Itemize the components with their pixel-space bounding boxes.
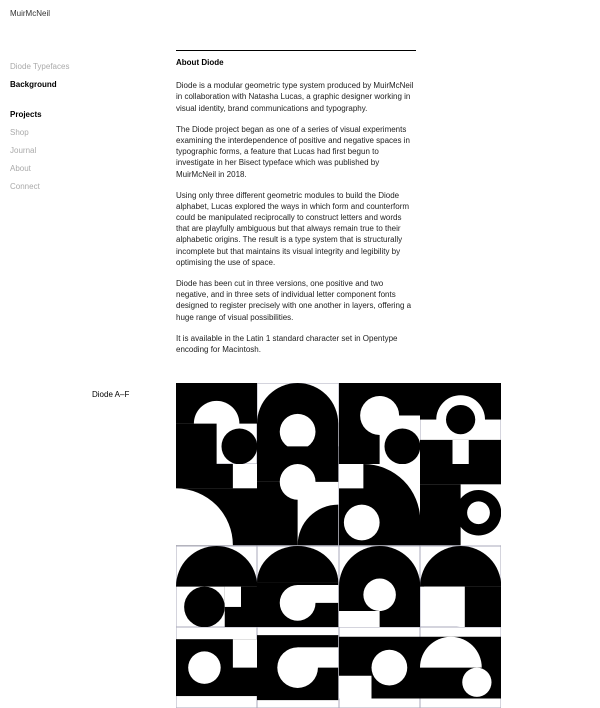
section-nav: Diode Typefaces Background: [10, 61, 86, 90]
site-logo[interactable]: MuirMcNeil: [10, 8, 86, 19]
nav-about[interactable]: About: [10, 163, 86, 174]
glyph-cell: [420, 383, 501, 464]
projects-nav: Projects Shop Journal About Connect: [10, 109, 86, 193]
sidebar: MuirMcNeil Diode Typefaces Background Pr…: [0, 0, 92, 708]
article-para: It is available in the Latin 1 standard …: [176, 333, 416, 355]
section-rule: [176, 50, 416, 51]
glyph-cell: [339, 383, 420, 464]
projects-heading: Projects: [10, 109, 86, 120]
nav-journal[interactable]: Journal: [10, 145, 86, 156]
nav-connect[interactable]: Connect: [10, 181, 86, 192]
nav-background[interactable]: Background: [10, 79, 86, 90]
glyph-cell: [339, 546, 420, 627]
article-title: About Diode: [176, 57, 416, 68]
glyph-cell: [176, 627, 257, 708]
figure-caption: Diode A–F: [92, 389, 176, 400]
glyph-cell: [257, 383, 338, 464]
nav-diode-typefaces[interactable]: Diode Typefaces: [10, 61, 86, 72]
glyph-cell: [176, 383, 257, 464]
glyph-cell: [257, 464, 338, 545]
glyph-cell: [420, 546, 501, 627]
glyph-cell: [339, 464, 420, 545]
glyph-cell: [420, 627, 501, 708]
nav-shop[interactable]: Shop: [10, 127, 86, 138]
glyph-cell: [176, 464, 257, 545]
alphabet-grid: [176, 383, 501, 708]
article-para: Diode has been cut in three versions, on…: [176, 278, 416, 323]
figure-caption-col: Diode A–F: [92, 383, 176, 708]
article-para: The Diode project began as one of a seri…: [176, 124, 416, 180]
glyph-cell: [420, 464, 501, 545]
article-para: Using only three different geometric mod…: [176, 190, 416, 268]
main-content: About Diode Diode is a modular geometric…: [92, 0, 600, 708]
glyph-cell: [257, 627, 338, 708]
glyph-cell: [339, 627, 420, 708]
article-para: Diode is a modular geometric type system…: [176, 80, 416, 114]
article: About Diode Diode is a modular geometric…: [176, 57, 416, 355]
glyph-cell: [176, 546, 257, 627]
glyph-cell: [257, 546, 338, 627]
figure-wrap: Diode A–F: [92, 383, 600, 708]
